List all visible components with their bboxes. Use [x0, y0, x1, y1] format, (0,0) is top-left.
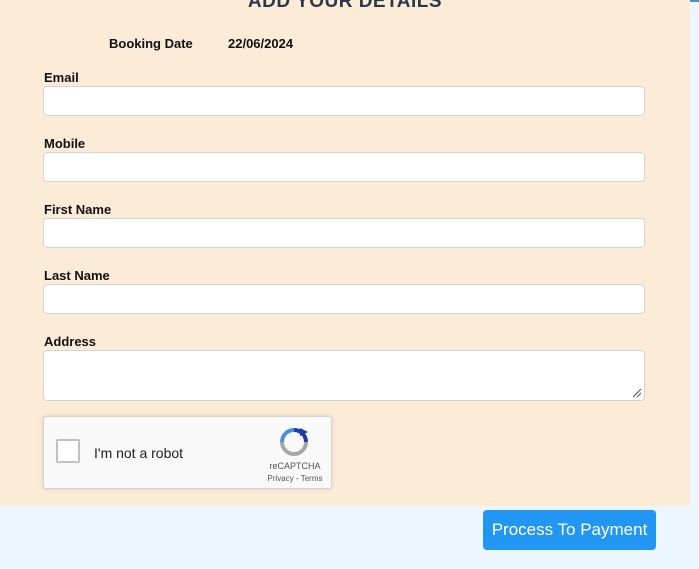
last-name-label: Last Name — [44, 268, 110, 283]
mobile-label: Mobile — [44, 136, 86, 151]
form-title: ADD YOUR DETAILS — [247, 0, 443, 12]
booking-date-label: Booking Date — [109, 36, 193, 51]
mobile-field[interactable] — [43, 152, 645, 182]
recaptcha-label: I'm not a robot — [94, 445, 184, 461]
recaptcha-icon — [280, 428, 308, 456]
email-label: Email — [44, 70, 79, 85]
recaptcha-privacy-terms[interactable]: Privacy - Terms — [264, 474, 326, 483]
booking-date-value: 22/06/2024 — [228, 36, 294, 51]
resize-grip-icon[interactable] — [632, 388, 642, 398]
first-name-label: First Name — [44, 202, 112, 217]
recaptcha-checkbox[interactable] — [56, 439, 80, 463]
details-form-panel: ADD YOUR DETAILS Booking Date 22/06/2024… — [0, 0, 690, 506]
last-name-field[interactable] — [43, 284, 645, 314]
recaptcha-brand: reCAPTCHA — [269, 461, 321, 471]
process-to-payment-button[interactable]: Process To Payment — [483, 510, 656, 550]
address-label: Address — [44, 334, 97, 349]
first-name-field[interactable] — [43, 218, 645, 248]
recaptcha-widget: I'm not a robot reCAPTCHA Privacy - Term… — [43, 416, 332, 489]
email-field[interactable] — [43, 86, 645, 116]
address-textarea[interactable] — [43, 350, 645, 401]
